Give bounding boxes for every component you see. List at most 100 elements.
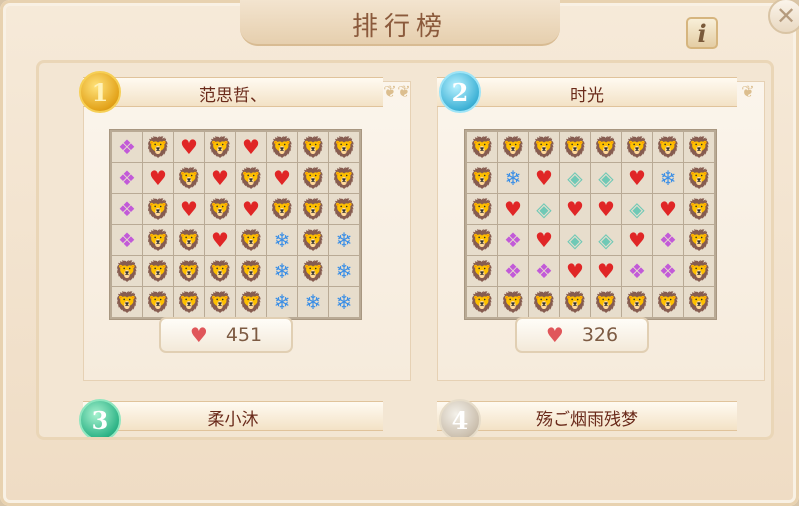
lion-gem-icon: 🦁	[622, 287, 652, 317]
lion-gem-icon: 🦁	[684, 194, 714, 224]
lion-gem-icon: 🦁	[174, 163, 204, 193]
rank-banner-3: 柔小沐	[83, 401, 383, 431]
lion-gem-icon: 🦁	[591, 287, 621, 317]
lion-gem-icon: 🦁	[298, 225, 328, 255]
lion-gem-icon: 🦁	[329, 163, 359, 193]
lion-gem-icon: 🦁	[143, 132, 173, 162]
opal-gem-icon: ◈	[560, 163, 590, 193]
heart-gem-icon: ♥	[236, 132, 266, 162]
heart-gem-icon: ♥	[591, 256, 621, 286]
lion-gem-icon: 🦁	[329, 194, 359, 224]
rank-4-medal-icon: 4	[439, 399, 481, 437]
rank-3-medal-icon: 3	[79, 399, 121, 437]
heart-icon: ♥	[189, 323, 208, 347]
lion-gem-icon: 🦁	[298, 256, 328, 286]
lion-gem-icon: 🦁	[467, 163, 497, 193]
lion-gem-icon: 🦁	[467, 225, 497, 255]
close-button[interactable]: ✕	[768, 0, 799, 34]
heart-gem-icon: ♥	[591, 194, 621, 224]
lion-gem-icon: 🦁	[498, 132, 528, 162]
amethyst-gem-icon: ❖	[498, 225, 528, 255]
lion-gem-icon: 🦁	[298, 163, 328, 193]
rank-2-medal-icon: 2	[439, 71, 481, 113]
amethyst-gem-icon: ❖	[112, 194, 142, 224]
lion-gem-icon: 🦁	[467, 194, 497, 224]
lion-gem-icon: 🦁	[174, 287, 204, 317]
amethyst-gem-icon: ❖	[112, 163, 142, 193]
heart-gem-icon: ♥	[560, 256, 590, 286]
lion-gem-icon: 🦁	[467, 132, 497, 162]
opal-gem-icon: ◈	[591, 225, 621, 255]
lion-gem-icon: 🦁	[298, 132, 328, 162]
player-name: 时光	[570, 86, 604, 106]
lion-gem-icon: 🦁	[236, 163, 266, 193]
lion-gem-icon: 🦁	[653, 132, 683, 162]
player-name: 殇ご烟雨残梦	[536, 410, 638, 430]
title-bar: 排行榜	[240, 0, 560, 46]
lion-gem-icon: 🦁	[560, 132, 590, 162]
info-button[interactable]: i	[686, 17, 718, 49]
page-title: 排行榜	[351, 12, 448, 42]
lion-gem-icon: 🦁	[591, 132, 621, 162]
ice-crystal-gem-icon: ❄	[329, 256, 359, 286]
score-value: 326	[581, 324, 619, 346]
lion-gem-icon: 🦁	[205, 256, 235, 286]
leaderboard-scroll-area[interactable]: 范思哲、 ❦ 1 ❖ 🦁 ♥ 🦁 ♥ 🦁 🦁 🦁 ❖ ♥ 🦁 ♥ 🦁 ♥ 🦁 🦁 ❖ 🦁 ♥ 🦁 ♥ 🦁 🦁 🦁 ❖ 🦁 🦁 ♥ 🦁 ❄ 🦁…	[36, 60, 774, 440]
lion-gem-icon: 🦁	[684, 132, 714, 162]
player-name: 柔小沐	[207, 410, 259, 430]
score-value: 451	[225, 324, 263, 346]
amethyst-gem-icon: ❖	[622, 256, 652, 286]
ice-crystal-gem-icon: ❄	[267, 287, 297, 317]
lion-gem-icon: 🦁	[236, 287, 266, 317]
heart-gem-icon: ♥	[205, 163, 235, 193]
lion-gem-icon: 🦁	[653, 287, 683, 317]
heart-gem-icon: ♥	[622, 163, 652, 193]
lion-gem-icon: 🦁	[329, 132, 359, 162]
rank-banner-2: 时光	[437, 77, 737, 107]
heart-gem-icon: ♥	[267, 163, 297, 193]
lion-gem-icon: 🦁	[529, 132, 559, 162]
gem-board-2: 🦁 🦁 🦁 🦁 🦁 🦁 🦁 🦁 🦁 ❄ ♥ ◈ ◈ ♥ ❄ 🦁 🦁 ♥ ◈ ♥ ♥ ◈ ♥ 🦁 🦁 ❖ ♥ ◈ ◈ ♥ ❖ 🦁 🦁 ❖ ❖ ♥ ♥ ❖ ❖ 🦁…	[464, 129, 717, 320]
heart-gem-icon: ♥	[236, 194, 266, 224]
ice-crystal-gem-icon: ❄	[498, 163, 528, 193]
amethyst-gem-icon: ❖	[498, 256, 528, 286]
opal-gem-icon: ◈	[591, 163, 621, 193]
ice-crystal-gem-icon: ❄	[298, 287, 328, 317]
ornament-icon: ❦	[741, 82, 755, 101]
amethyst-gem-icon: ❖	[653, 225, 683, 255]
ice-crystal-gem-icon: ❄	[653, 163, 683, 193]
ornament-icon: ❦	[397, 82, 411, 101]
heart-gem-icon: ♥	[174, 194, 204, 224]
heart-gem-icon: ♥	[529, 225, 559, 255]
lion-gem-icon: 🦁	[112, 256, 142, 286]
amethyst-gem-icon: ❖	[112, 225, 142, 255]
heart-gem-icon: ♥	[653, 194, 683, 224]
lion-gem-icon: 🦁	[143, 287, 173, 317]
gem-board-1: ❖ 🦁 ♥ 🦁 ♥ 🦁 🦁 🦁 ❖ ♥ 🦁 ♥ 🦁 ♥ 🦁 🦁 ❖ 🦁 ♥ 🦁 ♥ 🦁 🦁 🦁 ❖ 🦁 🦁 ♥ 🦁 ❄ 🦁 ❄ 🦁 🦁 🦁 🦁 🦁 ❄ 🦁 ❄…	[109, 129, 362, 320]
lion-gem-icon: 🦁	[467, 287, 497, 317]
lion-gem-icon: 🦁	[498, 287, 528, 317]
lion-gem-icon: 🦁	[143, 194, 173, 224]
score-box-2: ♥ 326	[515, 317, 649, 353]
lion-gem-icon: 🦁	[174, 225, 204, 255]
heart-gem-icon: ♥	[143, 163, 173, 193]
player-name: 范思哲、	[199, 86, 267, 106]
lion-gem-icon: 🦁	[267, 132, 297, 162]
lion-gem-icon: 🦁	[529, 287, 559, 317]
lion-gem-icon: 🦁	[236, 225, 266, 255]
lion-gem-icon: 🦁	[267, 194, 297, 224]
rank-1-medal-icon: 1	[79, 71, 121, 113]
amethyst-gem-icon: ❖	[653, 256, 683, 286]
lion-gem-icon: 🦁	[112, 287, 142, 317]
lion-gem-icon: 🦁	[684, 225, 714, 255]
rank-banner-1: 范思哲、	[83, 77, 383, 107]
amethyst-gem-icon: ❖	[112, 132, 142, 162]
lion-gem-icon: 🦁	[205, 194, 235, 224]
ice-crystal-gem-icon: ❄	[329, 287, 359, 317]
heart-gem-icon: ♥	[560, 194, 590, 224]
heart-gem-icon: ♥	[205, 225, 235, 255]
lion-gem-icon: 🦁	[684, 163, 714, 193]
opal-gem-icon: ◈	[529, 194, 559, 224]
ice-crystal-gem-icon: ❄	[329, 225, 359, 255]
lion-gem-icon: 🦁	[298, 194, 328, 224]
